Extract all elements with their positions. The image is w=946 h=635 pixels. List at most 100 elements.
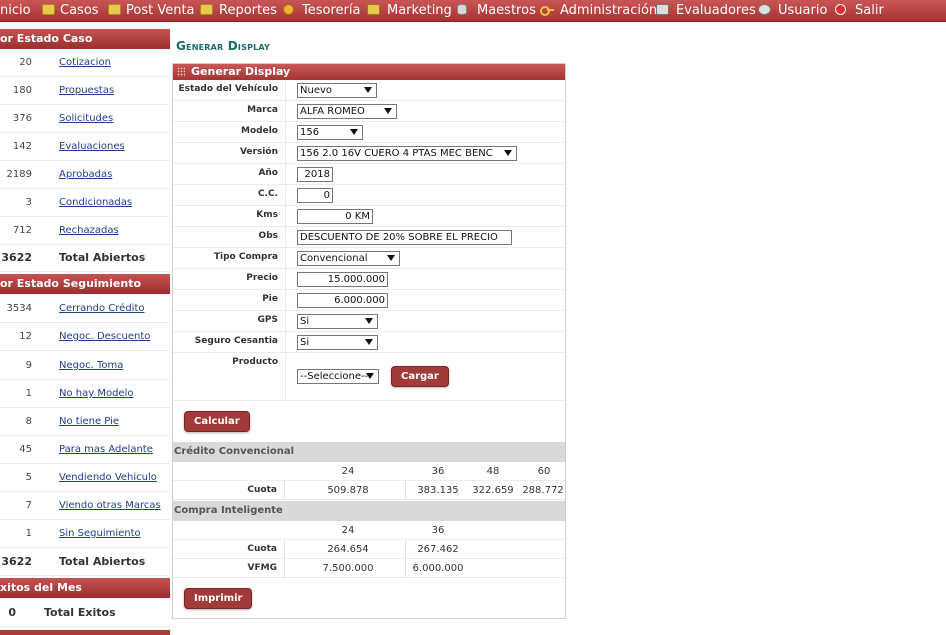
obs-input[interactable]: DESCUENTO DE 20% SOBRE EL PRECIO [297, 230, 512, 245]
count: 3534 [6, 303, 32, 314]
sidebar-link[interactable]: Cotizacion [59, 49, 111, 77]
sidebar-link[interactable]: Vendiendo Vehiculo [59, 464, 157, 492]
label-pie: Pie [262, 294, 278, 304]
total-count: 3622 [1, 251, 32, 264]
sidebar-link[interactable]: Para mas Adelante [59, 436, 153, 464]
cuota-value: 383.135 [417, 485, 459, 496]
marca-select[interactable]: ALFA ROMEO [297, 104, 397, 119]
row-modelo: Modelo 156 [173, 122, 565, 143]
menu-marketing[interactable]: Marketing [387, 0, 452, 22]
sidebar-link[interactable]: Condicionadas [59, 189, 132, 217]
cell: Si [285, 311, 565, 332]
total-label: Total Abiertos [59, 251, 146, 264]
sidebar-item-no-tiene-pie: 8 No tiene Pie [0, 408, 170, 436]
evaluators-icon [656, 4, 669, 15]
sidebar-item-negoc-toma: 9 Negoc. Toma [0, 352, 170, 380]
row-seguro: Seguro Cesantia Si [173, 332, 565, 353]
menu-post-venta[interactable]: Post Venta [126, 0, 195, 22]
sidebar-link[interactable]: Sin Seguimiento [59, 520, 141, 548]
version-select[interactable]: 156 2.0 16V CUERO 4 PTAS MEC BENC [297, 146, 517, 161]
sidebar-link[interactable]: Aprobadas [59, 161, 112, 189]
producto-select[interactable]: --Seleccione-- [297, 369, 379, 384]
cuota-value: 288.772 [522, 485, 564, 496]
kms-input[interactable]: 0 KM [297, 209, 373, 224]
credito-cuota-row: Cuota 509.878 383.135 322.659 288.772 [173, 481, 565, 500]
sidebar-item-sin-seguimiento: 1 Sin Seguimiento [0, 520, 170, 548]
sidebar-link[interactable]: Solicitudes [59, 105, 113, 133]
row-obs: Obs DESCUENTO DE 20% SOBRE EL PRECIO [173, 227, 565, 248]
menu-inicio[interactable]: nicio [0, 0, 31, 22]
sidebar-link[interactable]: Rechazadas [59, 217, 119, 245]
cell: 156 2.0 16V CUERO 4 PTAS MEC BENC [285, 143, 565, 164]
cargar-button[interactable]: Cargar [391, 366, 449, 387]
row-gps: GPS Si [173, 311, 565, 332]
plazo: 36 [431, 466, 445, 477]
gps-select[interactable]: Si [297, 314, 378, 329]
sidebar-total-abiertos: 3622 Total Abiertos [0, 244, 170, 272]
cuota-value: 267.462 [417, 544, 459, 555]
compra-vfmg-row: VFMG 7.500.000 6.000.000 [173, 559, 565, 578]
count: 376 [12, 113, 32, 124]
row-anio: Año 2018 [173, 164, 565, 185]
sidebar-link[interactable]: Evaluaciones [59, 133, 125, 161]
plazo: 36 [431, 525, 445, 536]
total-count: 0 [8, 606, 16, 619]
menu-usuario[interactable]: Usuario [778, 0, 827, 22]
divider [405, 481, 406, 500]
cuota-label: Cuota [247, 544, 277, 554]
total-label: Total Exitos [44, 606, 116, 619]
count: 5 [25, 472, 32, 483]
menu-administracion[interactable]: Administración [560, 0, 657, 22]
modelo-select[interactable]: 156 [297, 125, 363, 140]
sidebar-link[interactable]: Cerrando Crédito [59, 295, 144, 323]
anio-input[interactable]: 2018 [297, 167, 333, 182]
precio-input[interactable]: 15.000.000 [297, 272, 388, 287]
database-icon [457, 4, 467, 15]
tipo-compra-value: Convencional [300, 253, 368, 264]
label-obs: Obs [258, 231, 278, 241]
label-marca: Marca [247, 105, 278, 115]
calcular-button[interactable]: Calcular [184, 411, 250, 432]
credito-plazos-row: 24 36 48 60 [173, 462, 565, 481]
estado-select[interactable]: Nuevo [297, 83, 377, 98]
tipo-compra-select[interactable]: Convencional [297, 251, 400, 266]
menu-maestros[interactable]: Maestros [477, 0, 536, 22]
folder-icon [200, 4, 213, 15]
key-icon [540, 4, 554, 16]
seguro-select[interactable]: Si [297, 335, 378, 350]
section-credito-convencional: Crédito Convencional [173, 442, 565, 462]
sidebar-link[interactable]: Propuestas [59, 77, 114, 105]
version-value: 156 2.0 16V CUERO 4 PTAS MEC BENC [300, 148, 493, 159]
count: 180 [12, 85, 32, 96]
cc-input[interactable]: 0 [297, 188, 333, 203]
sidebar-item-propuestas: 180 Propuestas [0, 77, 170, 105]
menu-tesoreria[interactable]: Tesorería [302, 0, 360, 22]
menu-casos[interactable]: Casos [60, 0, 99, 22]
sidebar-link[interactable]: No tiene Pie [59, 408, 119, 436]
menu-evaluadores[interactable]: Evaluadores [676, 0, 756, 22]
sidebar-link[interactable]: No hay Modelo [59, 380, 133, 408]
chevron-down-icon [504, 150, 512, 156]
plazo: 48 [486, 466, 500, 477]
chevron-down-icon [365, 318, 373, 324]
label-gps: GPS [257, 315, 278, 325]
cell: 6.000.000 [285, 290, 565, 311]
cell: 0 KM [285, 206, 565, 227]
top-menu-bar: nicio Casos Post Venta Reportes Tesorerí… [0, 0, 946, 22]
compra-cuota-row: Cuota 264.654 267.462 [173, 540, 565, 559]
label-cc: C.C. [257, 189, 278, 199]
menu-reportes[interactable]: Reportes [219, 0, 277, 22]
sidebar-link[interactable]: Negoc. Descuento [59, 323, 150, 351]
sidebar-link[interactable]: Viendo otras Marcas [59, 492, 161, 520]
pie-input[interactable]: 6.000.000 [297, 293, 388, 308]
cell: Convencional [285, 248, 565, 269]
row-precio: Precio 15.000.000 [173, 269, 565, 290]
cell: 15.000.000 [285, 269, 565, 290]
imprimir-button[interactable]: Imprimir [184, 588, 253, 609]
menu-salir[interactable]: Salir [855, 0, 884, 22]
sidebar-link[interactable]: Negoc. Toma [59, 352, 123, 380]
sidebar-item-cotizacion: 20 Cotizacion [0, 49, 170, 77]
cuota-label: Cuota [247, 485, 277, 495]
coin-icon [283, 4, 294, 15]
exit-icon [835, 4, 846, 15]
